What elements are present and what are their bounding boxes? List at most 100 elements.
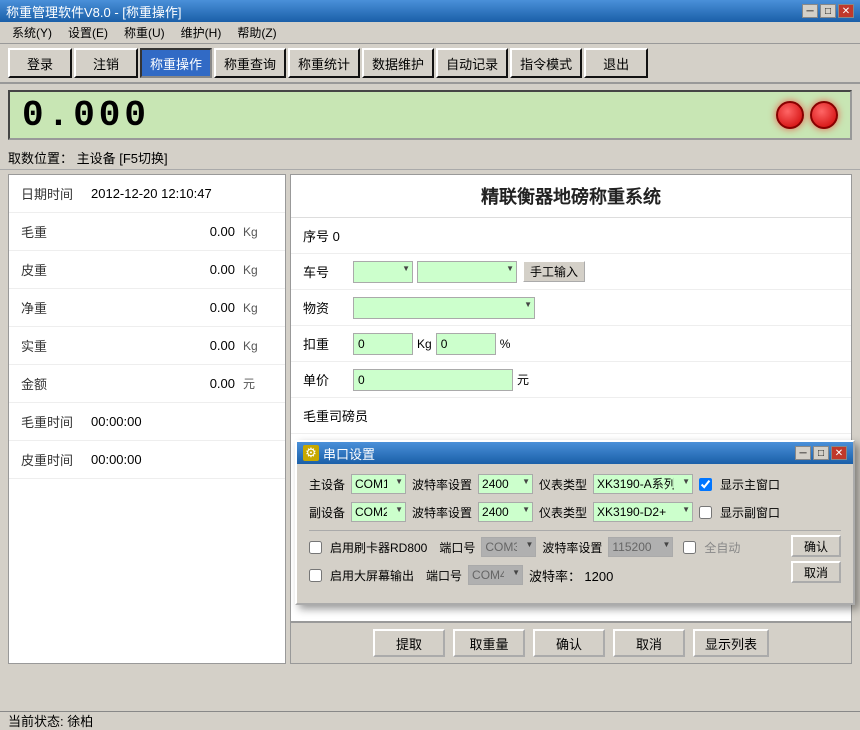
dialog-maximize-button[interactable]: □: [813, 446, 829, 460]
btn-logout[interactable]: 注销: [74, 48, 138, 78]
separator-1: [309, 530, 841, 531]
menu-system[interactable]: 系统(Y): [4, 23, 60, 42]
big-screen-port-combo[interactable]: COM4: [468, 565, 523, 585]
vehicle-combo-1[interactable]: [353, 261, 413, 283]
btn-weigh-op[interactable]: 称重操作: [140, 48, 212, 78]
btn-fetch[interactable]: 提取: [373, 629, 445, 657]
auto-label: 全自动: [704, 539, 740, 556]
btn-exit[interactable]: 退出: [584, 48, 648, 78]
vehicle-select-2[interactable]: [417, 261, 517, 283]
main-port-combo[interactable]: COM1 COM2 COM3 COM4: [351, 474, 406, 494]
net-unit: Kg: [243, 301, 273, 315]
deduct-kg-input[interactable]: [353, 333, 413, 355]
menu-bar: 系统(Y) 设置(E) 称重(U) 维护(H) 帮助(Z): [0, 22, 860, 44]
vehicle-combo-2[interactable]: [417, 261, 517, 283]
tare-weight-row: 皮重 0.00 Kg: [9, 251, 285, 289]
gross-value: 0.00: [91, 224, 243, 239]
title-text: 称重管理软件V8.0 - [称重操作]: [6, 2, 800, 21]
main-meter-select[interactable]: XK3190-A系列 XK3190-D2+: [593, 474, 693, 494]
btn-cancel[interactable]: 取消: [613, 629, 685, 657]
main-meter-combo[interactable]: XK3190-A系列 XK3190-D2+: [593, 474, 693, 494]
gross-time-row: 毛重时间 00:00:00: [9, 403, 285, 441]
tare-value: 0.00: [91, 262, 243, 277]
left-panel: 日期时间 2012-12-20 12:10:47 毛重 0.00 Kg 皮重 0…: [8, 174, 286, 664]
card-baud-combo[interactable]: 115200 9600: [608, 537, 673, 557]
minimize-button[interactable]: ─: [802, 4, 818, 18]
seq-row: 序号 0: [291, 218, 851, 254]
main-meter-label: 仪表类型: [539, 476, 587, 493]
sub-port-select[interactable]: COM1 COM2 COM3 COM4: [351, 502, 406, 522]
dialog-confirm-button[interactable]: 确认: [791, 535, 841, 557]
datetime-row: 日期时间 2012-12-20 12:10:47: [9, 175, 285, 213]
card-reader-checkbox[interactable]: [309, 541, 322, 554]
deduct-pct-input[interactable]: [436, 333, 496, 355]
btn-show-list[interactable]: 显示列表: [693, 629, 769, 657]
vehicle-label: 车号: [303, 262, 353, 281]
dialog-title-bar: ⚙ 串口设置 ─ □ ✕: [297, 442, 853, 464]
card-port-combo[interactable]: COM3 COM4: [481, 537, 536, 557]
card-baud-select[interactable]: 115200 9600: [608, 537, 673, 557]
menu-settings[interactable]: 设置(E): [60, 23, 116, 42]
sub-baud-select[interactable]: 2400 4800 9600: [478, 502, 533, 522]
indicator-lights: [776, 101, 838, 129]
vehicle-select-1[interactable]: [353, 261, 413, 283]
main-baud-combo[interactable]: 2400 4800 9600: [478, 474, 533, 494]
dialog-content: 主设备 COM1 COM2 COM3 COM4 波特率设置 2400 4800 …: [297, 464, 853, 603]
menu-help[interactable]: 帮助(Z): [229, 23, 284, 42]
auto-checkbox[interactable]: [683, 541, 696, 554]
show-sub-window-checkbox[interactable]: [699, 506, 712, 519]
tare-unit: Kg: [243, 263, 273, 277]
toolbar: 登录 注销 称重操作 称重查询 称重统计 数据维护 自动记录 指令模式 退出: [0, 44, 860, 84]
sub-port-combo[interactable]: COM1 COM2 COM3 COM4: [351, 502, 406, 522]
big-screen-port-label: 端口号: [426, 567, 462, 584]
amount-value: 0.00: [91, 376, 243, 391]
show-main-window-checkbox[interactable]: [699, 478, 712, 491]
unit-price-input[interactable]: [353, 369, 513, 391]
goods-select[interactable]: [353, 297, 535, 319]
dialog-close-button[interactable]: ✕: [831, 446, 847, 460]
btn-auto-log[interactable]: 自动记录: [436, 48, 508, 78]
btn-confirm[interactable]: 确认: [533, 629, 605, 657]
goods-combo[interactable]: [353, 297, 535, 319]
big-screen-checkbox[interactable]: [309, 569, 322, 582]
btn-get-weight[interactable]: 取重量: [453, 629, 525, 657]
main-device-row: 主设备 COM1 COM2 COM3 COM4 波特率设置 2400 4800 …: [309, 474, 841, 494]
weight-value: 0.000: [22, 95, 150, 136]
sub-dev-label: 副设备: [309, 504, 345, 521]
sub-meter-combo[interactable]: XK3190-D2+ XK3190-A系列: [593, 502, 693, 522]
gross-time-value: 00:00:00: [91, 414, 243, 429]
dialog-minimize-button[interactable]: ─: [795, 446, 811, 460]
light-2: [810, 101, 838, 129]
main-port-select[interactable]: COM1 COM2 COM3 COM4: [351, 474, 406, 494]
btn-weigh-stats[interactable]: 称重统计: [288, 48, 360, 78]
btn-data-maint[interactable]: 数据维护: [362, 48, 434, 78]
main-baud-select[interactable]: 2400 4800 9600: [478, 474, 533, 494]
title-bar: 称重管理软件V8.0 - [称重操作] ─ □ ✕: [0, 0, 860, 22]
seq-text: 序号 0: [303, 226, 340, 245]
amount-label: 金额: [21, 374, 91, 393]
menu-weigh[interactable]: 称重(U): [116, 23, 173, 42]
deduct-pct-unit: %: [500, 337, 511, 351]
btn-login[interactable]: 登录: [8, 48, 72, 78]
menu-maintenance[interactable]: 维护(H): [173, 23, 230, 42]
btn-cmd-mode[interactable]: 指令模式: [510, 48, 582, 78]
card-port-select[interactable]: COM3 COM4: [481, 537, 536, 557]
status-text: 当前状态: 徐柏: [8, 711, 93, 730]
datetime-label: 日期时间: [21, 184, 91, 203]
dialog-cancel-button[interactable]: 取消: [791, 561, 841, 583]
btn-weigh-query[interactable]: 称重查询: [214, 48, 286, 78]
sub-meter-select[interactable]: XK3190-D2+ XK3190-A系列: [593, 502, 693, 522]
tare-time-row: 皮重时间 00:00:00: [9, 441, 285, 479]
dialog-title-icon: ⚙: [303, 445, 319, 461]
fetch-pos: 取数位置： 主设备 [F5切换]: [0, 146, 860, 170]
system-title: 精联衡器地磅称重系统: [291, 175, 851, 218]
tare-time-value: 00:00:00: [91, 452, 243, 467]
card-baud-label: 波特率设置: [542, 539, 602, 556]
close-button[interactable]: ✕: [838, 4, 854, 18]
actual-label: 实重: [21, 336, 91, 355]
maximize-button[interactable]: □: [820, 4, 836, 18]
big-screen-port-select[interactable]: COM4: [468, 565, 523, 585]
sub-baud-combo[interactable]: 2400 4800 9600: [478, 502, 533, 522]
hand-input-button[interactable]: 手工输入: [523, 261, 585, 282]
show-main-window-label: 显示主窗口: [720, 476, 780, 493]
